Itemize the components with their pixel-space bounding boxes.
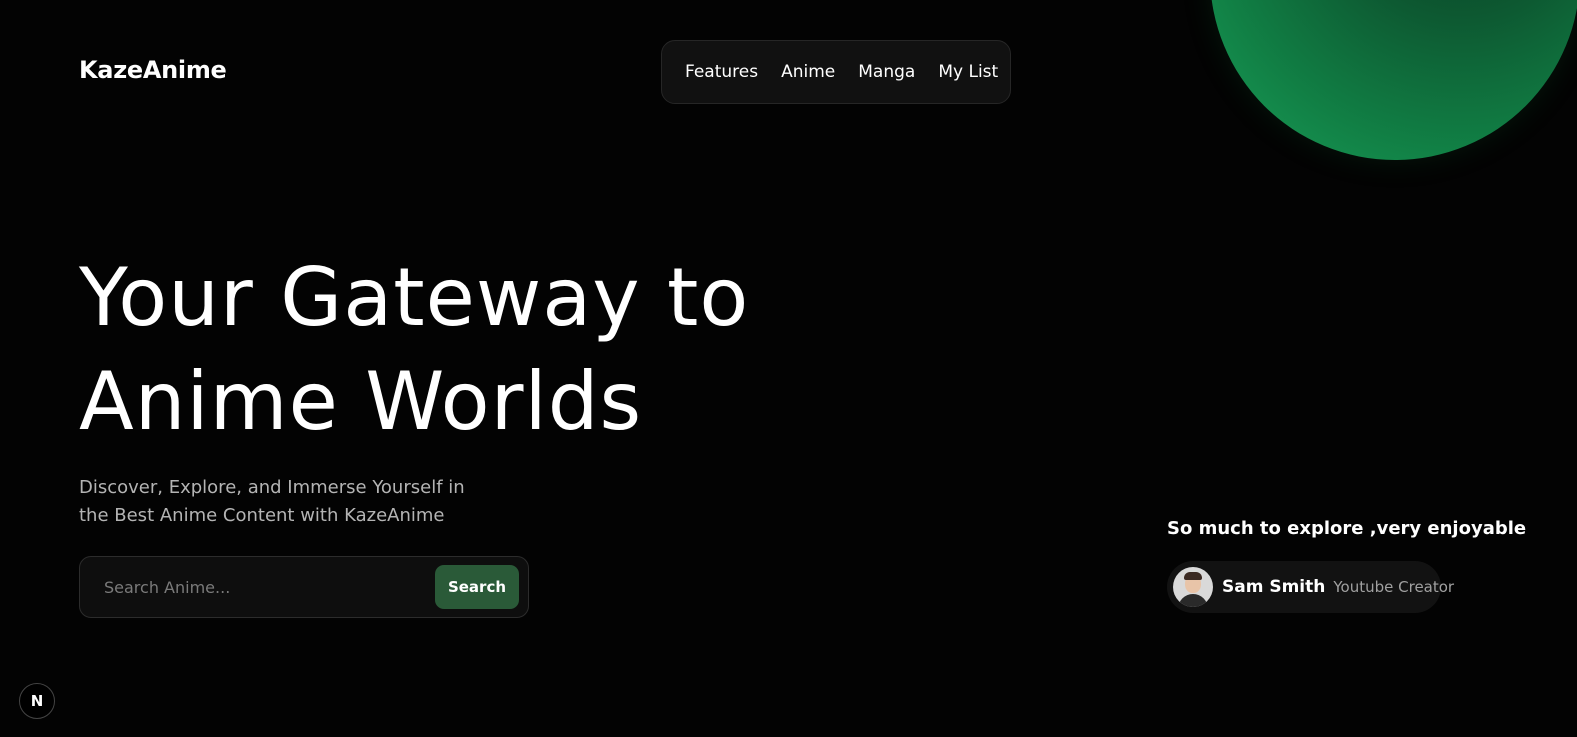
- testimonial-quote: So much to explore ,very enjoyable: [1167, 518, 1527, 539]
- hero-title-line-2: Anime Worlds: [79, 355, 643, 448]
- nav-item-my-list[interactable]: My List: [938, 62, 998, 82]
- landing-page: KazeAnime Features Anime Manga My List Y…: [0, 0, 1577, 737]
- testimonial-author-role: Youtube Creator: [1333, 578, 1455, 596]
- hero-subtitle-line-1: Discover, Explore, and Immerse Yourself …: [79, 477, 465, 498]
- nav-item-anime[interactable]: Anime: [781, 62, 835, 82]
- nav-item-features[interactable]: Features: [685, 62, 758, 82]
- hero-subtitle: Discover, Explore, and Immerse Yourself …: [79, 474, 499, 530]
- avatar-hair-shape: [1184, 572, 1202, 580]
- avatar-body-shape: [1178, 594, 1208, 607]
- hero-title-line-1: Your Gateway to: [79, 251, 750, 344]
- testimonial-author-card: Sam Smith Youtube Creator: [1167, 561, 1454, 613]
- hero-title: Your Gateway to Anime Worlds: [79, 246, 749, 454]
- dev-tools-badge-icon[interactable]: N: [19, 683, 55, 719]
- search-bar: Search: [79, 556, 529, 618]
- search-input[interactable]: [81, 558, 421, 616]
- testimonial-author-name: Sam Smith: [1222, 577, 1326, 597]
- search-button[interactable]: Search: [435, 565, 519, 609]
- hero-subtitle-line-2: the Best Anime Content with KazeAnime: [79, 505, 445, 526]
- nav-item-manga[interactable]: Manga: [858, 62, 915, 82]
- avatar: [1173, 567, 1213, 607]
- site-logo[interactable]: KazeAnime: [79, 56, 227, 84]
- top-navigation: Features Anime Manga My List: [661, 40, 1011, 104]
- decorative-green-orb: [1210, 0, 1577, 160]
